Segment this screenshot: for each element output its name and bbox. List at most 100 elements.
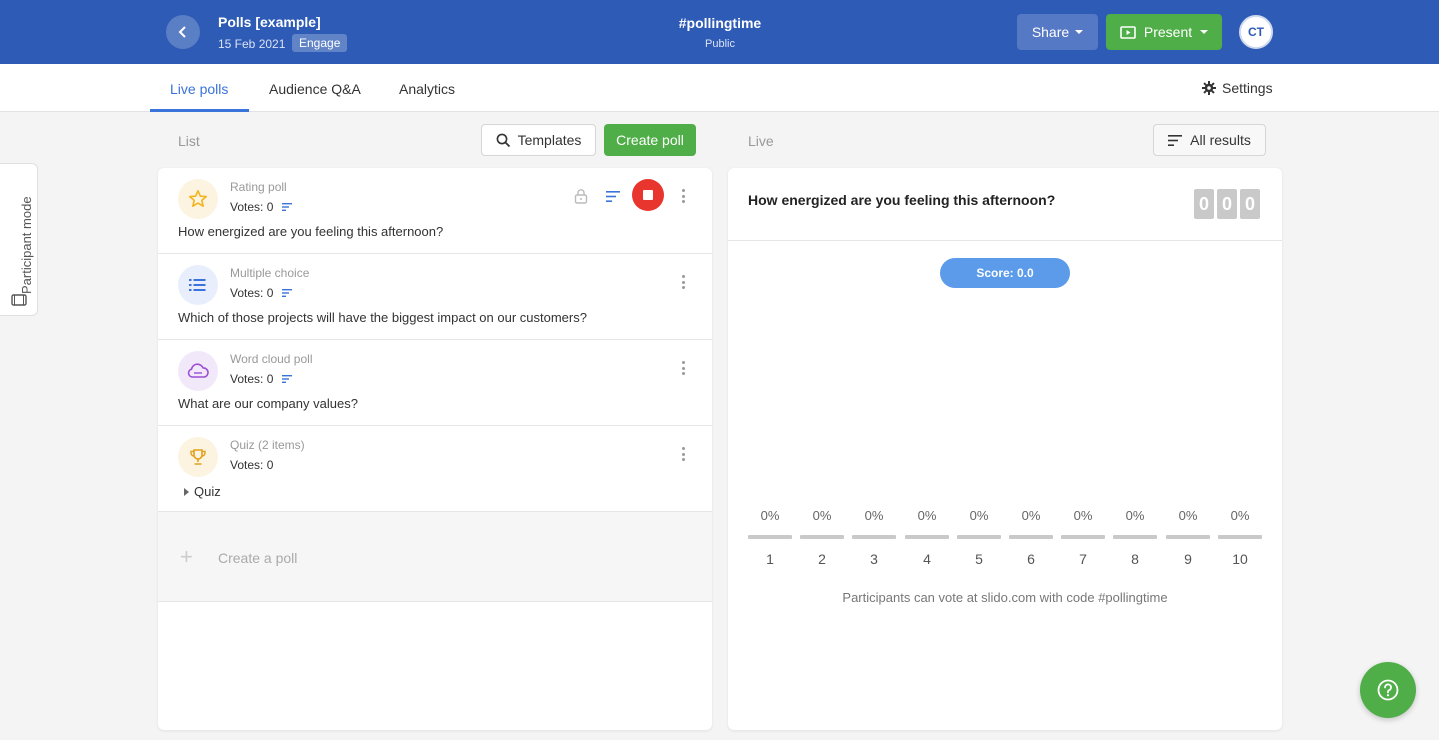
poll-type: Rating poll bbox=[230, 180, 287, 194]
gear-icon bbox=[1202, 81, 1216, 95]
device-icon bbox=[11, 294, 27, 306]
rating-percent: 0% bbox=[1021, 508, 1041, 523]
votes-count: Votes: 0 bbox=[230, 286, 274, 300]
score-badge: Score: 0.0 bbox=[940, 258, 1070, 288]
rating-value: 3 bbox=[870, 551, 878, 567]
trophy-icon bbox=[178, 437, 218, 477]
rating-bar bbox=[1061, 535, 1105, 539]
templates-button[interactable]: Templates bbox=[481, 124, 596, 156]
quiz-expand-toggle[interactable]: Quiz bbox=[184, 484, 221, 499]
rating-scale-item: 0% 3 bbox=[852, 508, 896, 567]
poll-type: Quiz (2 items) bbox=[230, 438, 305, 452]
rating-percent: 0% bbox=[1073, 508, 1093, 523]
counter-digit: 0 bbox=[1194, 189, 1214, 219]
tab-live-polls[interactable]: Live polls bbox=[170, 81, 228, 97]
rating-scale-item: 0% 4 bbox=[905, 508, 949, 567]
live-question: How energized are you feeling this after… bbox=[748, 192, 1056, 208]
event-title: Polls [example] bbox=[218, 14, 321, 30]
stop-button[interactable] bbox=[632, 179, 664, 211]
help-button[interactable] bbox=[1360, 662, 1416, 718]
poll-votes: Votes: 0 bbox=[230, 372, 293, 386]
more-options-icon[interactable] bbox=[678, 273, 688, 291]
rating-value: 7 bbox=[1079, 551, 1087, 567]
chevron-left-icon bbox=[178, 26, 186, 38]
rating-scale-item: 0% 1 bbox=[748, 508, 792, 567]
caret-down-icon bbox=[1200, 30, 1209, 34]
poll-type: Multiple choice bbox=[230, 266, 310, 280]
rating-scale-item: 0% 6 bbox=[1009, 508, 1053, 567]
stop-icon bbox=[643, 190, 653, 200]
sort-lines-icon bbox=[282, 203, 293, 211]
rating-scale-item: 0% 5 bbox=[957, 508, 1001, 567]
rating-percent: 0% bbox=[864, 508, 884, 523]
all-results-label: All results bbox=[1190, 132, 1251, 148]
rating-value: 1 bbox=[766, 551, 774, 567]
rating-value: 10 bbox=[1232, 551, 1248, 567]
create-poll-button[interactable]: Create poll bbox=[604, 124, 696, 156]
participant-mode-tab[interactable]: Participant mode bbox=[0, 163, 38, 316]
vote-instructions: Participants can vote at slido.com with … bbox=[842, 590, 1168, 605]
tab-audience-qa[interactable]: Audience Q&A bbox=[269, 81, 361, 97]
present-button[interactable]: Present bbox=[1106, 14, 1222, 50]
rating-value: 5 bbox=[975, 551, 983, 567]
counter-digit: 0 bbox=[1217, 189, 1237, 219]
event-code: #pollingtime bbox=[678, 15, 762, 31]
share-button[interactable]: Share bbox=[1017, 14, 1098, 50]
poll-question: How energized are you feeling this after… bbox=[178, 224, 444, 239]
sort-lines-icon bbox=[1168, 134, 1183, 146]
poll-item-rating[interactable]: Rating poll Votes: 0 How energized are y… bbox=[158, 168, 712, 254]
rating-scale-item: 0% 8 bbox=[1113, 508, 1157, 567]
user-avatar[interactable]: CT bbox=[1239, 15, 1273, 49]
back-button[interactable] bbox=[166, 15, 200, 49]
present-label: Present bbox=[1143, 24, 1193, 40]
vote-counter: 0 0 0 bbox=[1194, 189, 1260, 219]
live-poll-card: How energized are you feeling this after… bbox=[728, 168, 1282, 730]
rating-value: 2 bbox=[818, 551, 826, 567]
rating-value: 6 bbox=[1027, 551, 1035, 567]
poll-item-word-cloud[interactable]: Word cloud poll Votes: 0 What are our co… bbox=[158, 340, 712, 426]
rating-scale-item: 0% 9 bbox=[1166, 508, 1210, 567]
results-icon[interactable] bbox=[606, 191, 620, 202]
rating-bar bbox=[957, 535, 1001, 539]
create-poll-row[interactable]: + Create a poll bbox=[158, 512, 712, 602]
rating-percent: 0% bbox=[812, 508, 832, 523]
tab-analytics[interactable]: Analytics bbox=[399, 81, 455, 97]
rating-bar bbox=[800, 535, 844, 539]
divider bbox=[728, 240, 1282, 241]
votes-count: Votes: 0 bbox=[230, 372, 274, 386]
engage-badge: Engage bbox=[292, 34, 348, 52]
rating-value: 9 bbox=[1184, 551, 1192, 567]
votes-count: Votes: 0 bbox=[230, 200, 274, 214]
caret-down-icon bbox=[1075, 30, 1084, 34]
rating-bar bbox=[748, 535, 792, 539]
votes-count: Votes: 0 bbox=[230, 458, 274, 472]
poll-item-multiple-choice[interactable]: Multiple choice Votes: 0 Which of those … bbox=[158, 254, 712, 340]
top-header: Polls [example] 15 Feb 2021 Engage #poll… bbox=[0, 0, 1439, 64]
more-options-icon[interactable] bbox=[678, 187, 688, 205]
rating-percent: 0% bbox=[917, 508, 937, 523]
list-icon bbox=[178, 265, 218, 305]
poll-list-card: Rating poll Votes: 0 How energized are y… bbox=[158, 168, 712, 730]
rating-bar bbox=[1218, 535, 1262, 539]
counter-digit: 0 bbox=[1240, 189, 1260, 219]
active-tab-indicator bbox=[150, 109, 249, 112]
poll-item-quiz[interactable]: Quiz (2 items) Votes: 0 Quiz bbox=[158, 426, 712, 512]
lock-icon[interactable] bbox=[574, 188, 588, 204]
cloud-icon bbox=[178, 351, 218, 391]
more-options-icon[interactable] bbox=[678, 359, 688, 377]
rating-percent: 0% bbox=[760, 508, 780, 523]
poll-votes: Votes: 0 bbox=[230, 458, 273, 472]
event-date: 15 Feb 2021 bbox=[218, 37, 286, 51]
present-icon bbox=[1120, 25, 1136, 39]
rating-percent: 0% bbox=[1125, 508, 1145, 523]
create-poll-label: Create a poll bbox=[218, 550, 298, 566]
plus-icon: + bbox=[180, 544, 193, 569]
rating-percent: 0% bbox=[1230, 508, 1250, 523]
more-options-icon[interactable] bbox=[678, 445, 688, 463]
sort-lines-icon bbox=[282, 375, 293, 383]
settings-button[interactable]: Settings bbox=[1202, 80, 1273, 96]
quiz-label: Quiz bbox=[194, 484, 221, 499]
rating-scale-item: 0% 7 bbox=[1061, 508, 1105, 567]
settings-label: Settings bbox=[1222, 80, 1273, 96]
all-results-button[interactable]: All results bbox=[1153, 124, 1266, 156]
